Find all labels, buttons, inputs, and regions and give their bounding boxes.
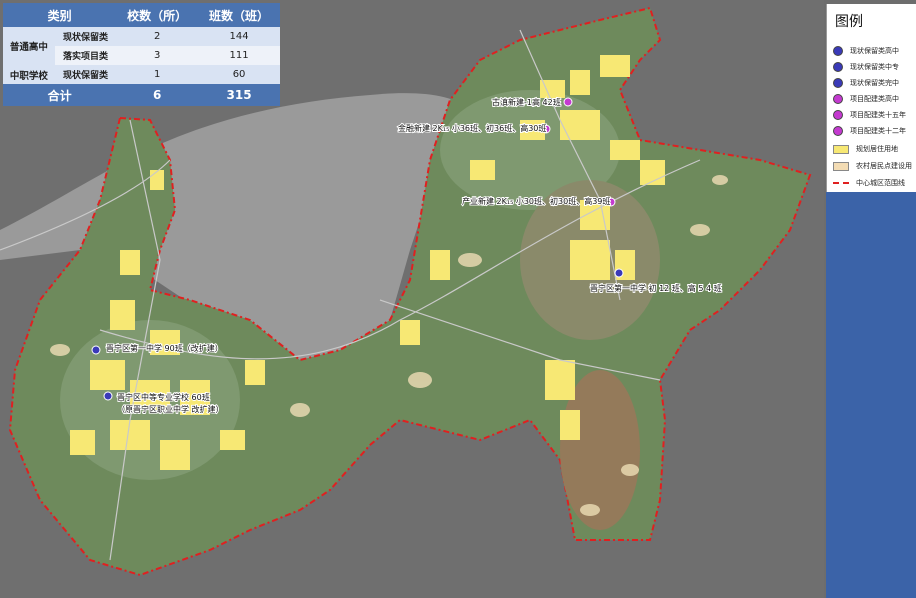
school-marker-jinning1 bbox=[614, 268, 624, 278]
total-label: 合计 bbox=[3, 84, 117, 106]
swatch-icon bbox=[833, 144, 849, 154]
row-schools: 3 bbox=[116, 46, 199, 65]
legend-item: 项目配建类十二年 bbox=[833, 126, 906, 136]
row-type: 现状保留类 bbox=[54, 65, 117, 84]
legend-panel-background bbox=[826, 192, 916, 598]
circle-icon bbox=[833, 78, 843, 88]
row-category: 普通高中 bbox=[3, 27, 55, 65]
legend-item: 现状保留类完中 bbox=[833, 78, 899, 88]
circle-icon bbox=[833, 62, 843, 72]
legend-item: 现状保留类中专 bbox=[833, 62, 899, 72]
dashed-line-icon bbox=[833, 182, 849, 184]
legend-item: 规划居住用地 bbox=[833, 144, 898, 154]
table-row: 中职学校 现状保留类 1 60 bbox=[3, 65, 280, 84]
legend: 图例 现状保留类高中 现状保留类中专 现状保留类完中 项目配建类高中 项目配建类… bbox=[826, 4, 916, 192]
legend-label: 中心城区范围线 bbox=[856, 179, 905, 187]
row-schools: 2 bbox=[116, 27, 199, 46]
legend-label: 项目配建类十五年 bbox=[850, 111, 906, 119]
legend-item: 项目配建类十五年 bbox=[833, 110, 906, 120]
school-marker-zhongzhuan bbox=[103, 391, 113, 401]
label-erzhong: 晋宁区第一中学 90班（改扩建） bbox=[106, 343, 223, 353]
row-type: 落实项目类 bbox=[54, 46, 117, 65]
legend-label: 项目配建类高中 bbox=[850, 95, 899, 103]
label-jinrong: 金融新建 2K₁₅ 小36班、初36班、高30班 bbox=[398, 123, 546, 133]
header-category: 类别 bbox=[3, 3, 117, 27]
school-stats-table: 类别 校数（所） 班数（班） 普通高中 现状保留类 2 144 落实项目类 3 … bbox=[3, 3, 280, 106]
label-gudian: 古滇新建-1高 42班 bbox=[492, 97, 561, 107]
row-classes: 60 bbox=[198, 65, 280, 84]
legend-label: 项目配建类十二年 bbox=[850, 127, 906, 135]
row-schools: 1 bbox=[116, 65, 199, 84]
swatch-icon bbox=[833, 161, 849, 171]
circle-icon bbox=[833, 94, 843, 104]
total-row: 合计 6 315 bbox=[3, 84, 280, 106]
legend-item: 农村居民点建设用 bbox=[833, 161, 912, 171]
circle-icon bbox=[833, 126, 843, 136]
legend-item: 现状保留类高中 bbox=[833, 46, 899, 56]
legend-label: 现状保留类中专 bbox=[850, 63, 899, 71]
header-classes: 班数（班） bbox=[198, 3, 280, 27]
legend-item: 中心城区范围线 bbox=[833, 178, 905, 188]
total-schools: 6 bbox=[116, 84, 199, 106]
row-type: 现状保留类 bbox=[54, 27, 117, 46]
legend-label: 规划居住用地 bbox=[856, 145, 898, 153]
school-marker-erzhong bbox=[91, 345, 101, 355]
legend-label: 现状保留类完中 bbox=[850, 79, 899, 87]
table-row: 普通高中 现状保留类 2 144 bbox=[3, 27, 280, 65]
circle-icon bbox=[833, 46, 843, 56]
row-classes: 111 bbox=[198, 46, 280, 65]
label-chanye: 产业新建 2K₁₅ 小30班、初30班、高39班 bbox=[462, 196, 610, 206]
legend-title: 图例 bbox=[835, 14, 863, 30]
school-marker-gudian bbox=[563, 97, 573, 107]
row-category: 中职学校 bbox=[3, 65, 55, 84]
row-classes: 144 bbox=[198, 27, 280, 46]
header-schools: 校数（所） bbox=[116, 3, 199, 27]
label-zhongzhuan-1: 晋宁区中等专业学校 60班 bbox=[117, 392, 210, 402]
legend-item: 项目配建类高中 bbox=[833, 94, 899, 104]
total-classes: 315 bbox=[198, 84, 280, 106]
circle-icon bbox=[833, 110, 843, 120]
label-jinning1: 晋宁区第一中学 初 12 班、高 5 4 班 bbox=[590, 283, 722, 293]
legend-label: 现状保留类高中 bbox=[850, 47, 899, 55]
legend-label: 农村居民点建设用 bbox=[856, 162, 912, 170]
label-zhongzhuan-2: （原晋宁区职业中学 改扩建） bbox=[117, 404, 224, 414]
